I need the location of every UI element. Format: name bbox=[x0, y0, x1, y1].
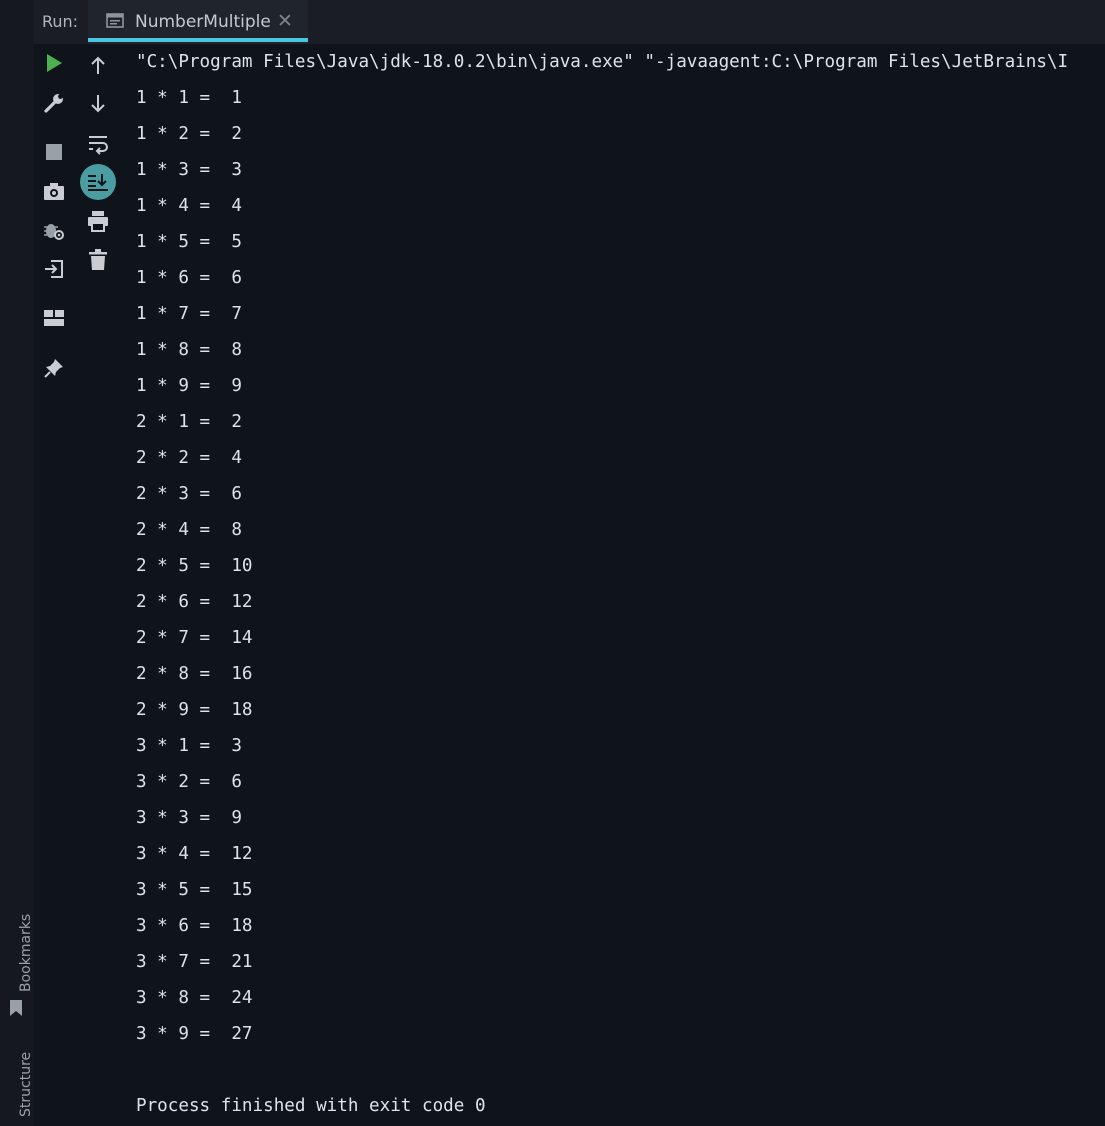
output-line: 1 * 7 = 7 bbox=[136, 304, 242, 324]
run-icon bbox=[47, 54, 62, 72]
run-label: Run: bbox=[42, 12, 79, 31]
previous-occurrence-button[interactable] bbox=[86, 53, 110, 77]
output-line: 1 * 6 = 6 bbox=[136, 268, 242, 288]
pin-icon bbox=[44, 359, 63, 378]
output-line: 1 * 1 = 1 bbox=[136, 88, 242, 108]
rerun-button[interactable] bbox=[42, 51, 66, 75]
output-line: 2 * 6 = 12 bbox=[136, 592, 253, 612]
output-line: 1 * 9 = 9 bbox=[136, 376, 242, 396]
output-line: 2 * 4 = 8 bbox=[136, 520, 242, 540]
print-icon bbox=[88, 211, 108, 232]
output-line: 3 * 9 = 27 bbox=[136, 1024, 253, 1044]
output-line: 2 * 3 = 6 bbox=[136, 484, 242, 504]
command-line: "C:\Program Files\Java\jdk-18.0.2\bin\ja… bbox=[136, 52, 1069, 72]
dump-threads-button[interactable] bbox=[42, 179, 66, 203]
pin-tab-button[interactable] bbox=[42, 356, 66, 380]
trash-icon bbox=[89, 249, 107, 270]
output-line: 2 * 5 = 10 bbox=[136, 556, 253, 576]
print-button[interactable] bbox=[86, 209, 110, 233]
output-line: 3 * 5 = 15 bbox=[136, 880, 253, 900]
output-line: 3 * 2 = 6 bbox=[136, 772, 242, 792]
arrow-down-icon bbox=[91, 95, 105, 113]
run-tool-window: Bookmarks Structure Run: NumberMultiple … bbox=[0, 0, 1105, 1126]
output-line: 3 * 4 = 12 bbox=[136, 844, 253, 864]
output-line: 2 * 8 = 16 bbox=[136, 664, 253, 684]
stop-icon bbox=[46, 144, 62, 160]
scroll-to-end-icon bbox=[88, 174, 108, 191]
bug-settings-icon bbox=[44, 224, 64, 240]
soft-wrap-button[interactable] bbox=[86, 132, 110, 156]
side-tool-strip: Bookmarks Structure bbox=[0, 0, 34, 1126]
output-line: 3 * 1 = 3 bbox=[136, 736, 242, 756]
restore-layout-button[interactable] bbox=[42, 257, 66, 281]
close-icon[interactable]: ✕ bbox=[277, 10, 293, 32]
output-line: 3 * 3 = 9 bbox=[136, 808, 242, 828]
output-line: 1 * 3 = 3 bbox=[136, 160, 242, 180]
login-icon bbox=[45, 260, 63, 278]
output-line: 3 * 7 = 21 bbox=[136, 952, 253, 972]
output-line: 1 * 2 = 2 bbox=[136, 124, 242, 144]
camera-icon bbox=[44, 183, 64, 200]
arrow-up-icon bbox=[91, 56, 105, 74]
output-line: 2 * 1 = 2 bbox=[136, 412, 242, 432]
structure-tab-label[interactable]: Structure bbox=[18, 1052, 34, 1117]
layout-icon bbox=[44, 310, 64, 326]
wrench-icon bbox=[44, 94, 63, 113]
output-line: 1 * 4 = 4 bbox=[136, 196, 242, 216]
output-line: 3 * 8 = 24 bbox=[136, 988, 253, 1008]
output-line: 1 * 8 = 8 bbox=[136, 340, 242, 360]
scroll-to-end-button[interactable] bbox=[80, 164, 116, 200]
bookmark-icon[interactable] bbox=[10, 1000, 22, 1016]
output-line: 2 * 9 = 18 bbox=[136, 700, 253, 720]
next-occurrence-button[interactable] bbox=[86, 92, 110, 116]
tab-title[interactable]: NumberMultiple bbox=[135, 12, 271, 32]
soft-wrap-icon bbox=[89, 136, 108, 155]
output-line: 3 * 6 = 18 bbox=[136, 916, 253, 936]
stop-button[interactable] bbox=[42, 140, 66, 164]
output-line: 2 * 2 = 4 bbox=[136, 448, 242, 468]
debug-settings-button[interactable] bbox=[42, 218, 66, 242]
modify-run-config-button[interactable] bbox=[42, 91, 66, 115]
clear-all-button[interactable] bbox=[86, 248, 110, 272]
output-line: 1 * 5 = 5 bbox=[136, 232, 242, 252]
console-window-icon bbox=[106, 13, 124, 28]
console-output[interactable]: "C:\Program Files\Java\jdk-18.0.2\bin\ja… bbox=[136, 44, 1105, 1126]
bookmarks-tab-label[interactable]: Bookmarks bbox=[18, 914, 34, 992]
output-line: 2 * 7 = 14 bbox=[136, 628, 253, 648]
layout-button[interactable] bbox=[42, 306, 66, 330]
exit-message: Process finished with exit code 0 bbox=[136, 1096, 486, 1116]
active-tab-indicator bbox=[88, 38, 308, 42]
